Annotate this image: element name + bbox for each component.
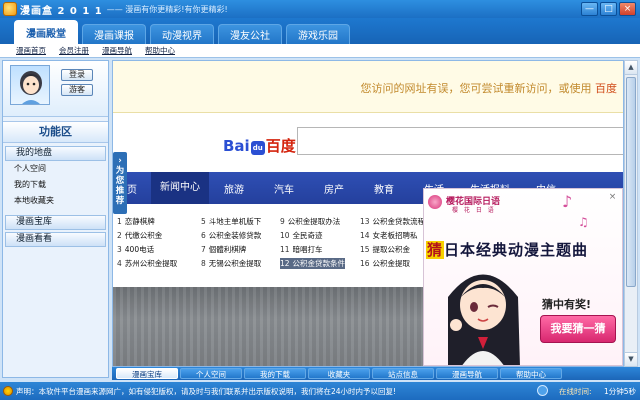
baidu-paw-icon: du	[250, 141, 265, 155]
anime-girl-illustration	[448, 274, 520, 365]
error-banner: 您访问的网址有误，您可尝试重新访问，或使用 百度	[113, 61, 623, 113]
subnav-guide-link[interactable]: 漫画导航	[102, 45, 132, 56]
hot-links: 1 恋静棋牌 2 代缴公积金 3 400电话 4 苏州公积金提取 5 斗地主单机版下 6公…	[117, 216, 427, 272]
tab-comic-hall[interactable]: 漫画殿堂	[14, 20, 78, 44]
close-button[interactable]: ×	[619, 2, 636, 16]
hot-link[interactable]: 15 提取公积金	[360, 244, 410, 255]
hot-link[interactable]: 6 公积金装修贷款	[201, 230, 261, 241]
bottom-tab-site-info[interactable]: 站点信息	[372, 368, 434, 379]
news-nav-news[interactable]: 新闻中心	[151, 172, 209, 204]
sidebar-item-comic-watch[interactable]: 漫画看看	[5, 232, 106, 247]
online-timer-value: 1分钟5秒	[603, 387, 636, 396]
vertical-scrollbar[interactable]: ▲ ▼	[624, 60, 638, 367]
popup-close-icon[interactable]: ×	[607, 192, 618, 203]
hot-link[interactable]: 4 苏州公积金提取	[117, 258, 177, 269]
hot-link[interactable]: 16 公积金提取	[360, 258, 410, 269]
recommend-toggle-button[interactable]: › 为您推荐	[113, 152, 127, 214]
tab-community[interactable]: 漫友公社	[218, 24, 282, 44]
news-nav-auto[interactable]: 汽车	[259, 181, 309, 196]
app-slogan: —— 漫画有你更精彩!有你更精彩!	[106, 4, 228, 14]
baidu-logo-right: 百度	[265, 137, 296, 155]
window-controls: — □ ×	[581, 2, 636, 16]
hot-link[interactable]: 7 個體利棋牌	[201, 244, 246, 255]
hot-link[interactable]: 11 暗唱打车	[280, 244, 323, 255]
bottom-tab-comic-library[interactable]: 漫画宝库	[116, 368, 178, 379]
baidu-search-input[interactable]	[297, 127, 623, 155]
sidebar-item-local-favorites[interactable]: 本地收藏夹	[3, 193, 108, 209]
title-bar: 漫画盒 2 0 1 1 —— 漫画有你更精彩!有你更精彩! — □ ×	[0, 0, 640, 18]
notice-icon	[3, 386, 13, 396]
baidu-logo: Bai du 百度	[223, 135, 296, 156]
my-area-header[interactable]: 我的地盘	[5, 146, 106, 161]
subnav-register-link[interactable]: 会员注册	[59, 45, 89, 56]
baidu-logo-left: Bai	[223, 137, 250, 155]
status-notice: 声明：本软件平台漫画来源网广，如有侵犯版权，请及时与我们联系并出示版权说明，我们…	[16, 386, 397, 396]
hot-link[interactable]: 8 无锡公积金提取	[201, 258, 261, 269]
sidebar-item-comic-library[interactable]: 漫画宝库	[5, 215, 106, 230]
sidebar-item-my-downloads[interactable]: 我的下载	[3, 177, 108, 193]
news-nav-edu[interactable]: 教育	[359, 181, 409, 196]
news-nav-travel[interactable]: 旅游	[209, 181, 259, 196]
bottom-tabbar: 漫画宝库 个人空间 我的下载 收藏夹 站点信息 漫画导航 帮助中心	[112, 367, 640, 380]
bottom-tab-help[interactable]: 帮助中心	[500, 368, 562, 379]
restore-button[interactable]: □	[600, 2, 617, 16]
guess-button[interactable]: 我要猜一猜	[540, 315, 616, 343]
tab-anime-vision[interactable]: 动漫视界	[150, 24, 214, 44]
subnav-home-link[interactable]: 漫画首页	[16, 45, 46, 56]
avatar	[10, 65, 50, 105]
hot-link[interactable]: 2 代缴公积金	[117, 230, 162, 241]
bottom-tab-personal-space[interactable]: 个人空间	[180, 368, 242, 379]
login-button[interactable]: 登录	[61, 69, 93, 81]
news-nav-house[interactable]: 房产	[309, 181, 359, 196]
scroll-up-icon[interactable]: ▲	[625, 61, 637, 75]
error-baidu-link[interactable]: 百度	[595, 82, 617, 95]
subnav-help-link[interactable]: 帮助中心	[145, 45, 175, 56]
popup-reward: 猜中有奖!	[542, 298, 592, 311]
error-text: 您访问的网址有误，您可尝试重新访问，或使用	[360, 82, 595, 95]
login-panel: 登录 游客	[3, 61, 108, 117]
bottom-tab-comic-guide[interactable]: 漫画导航	[436, 368, 498, 379]
hot-link-selected[interactable]: 12 公积金贷款条件	[280, 258, 346, 269]
hot-link[interactable]: 5 斗地主单机版下	[201, 216, 261, 227]
online-timer-label: 在线时间:	[559, 387, 592, 396]
chevron-right-icon: ›	[118, 156, 122, 166]
error-message: 您访问的网址有误，您可尝试重新访问，或使用 百度	[361, 80, 618, 96]
popup-subbrand: 樱 花 日 语	[452, 207, 496, 214]
minimize-button[interactable]: —	[581, 2, 598, 16]
music-note-icon: ♫	[578, 215, 589, 229]
music-note-icon: ♪	[562, 192, 573, 211]
hot-link[interactable]: 1 恋静棋牌	[117, 216, 155, 227]
sakura-logo-icon	[428, 195, 442, 209]
hot-link[interactable]: 9 公积金提取办法	[280, 216, 340, 227]
guest-button[interactable]: 游客	[61, 84, 93, 96]
tab-game-park[interactable]: 游戏乐园	[286, 24, 350, 44]
hot-link[interactable]: 14 女老板招聘私	[360, 230, 418, 241]
sidebar: 登录 游客 功能区 我的地盘 个人空间 我的下载 本地收藏夹 漫画宝库 漫画看看	[2, 60, 109, 378]
app-logo-icon	[3, 2, 17, 16]
ad-popup[interactable]: 樱花国际日语 樱 花 日 语 × ♪ ♫ 猜日本经典动漫主题曲 猜中有奖! 我要…	[423, 188, 623, 366]
status-bar: 声明：本软件平台漫画来源网广，如有侵犯版权，请及时与我们联系并出示版权说明，我们…	[0, 382, 640, 400]
hot-link[interactable]: 10 全民奇迹	[280, 230, 323, 241]
hot-link[interactable]: 3 400电话	[117, 244, 154, 255]
scroll-thumb[interactable]	[626, 77, 636, 287]
main-tabbar: 漫画殿堂 漫画课报 动漫视界 漫友公社 游戏乐园	[0, 18, 640, 44]
app-title: 漫画盒 2 0 1 1	[20, 5, 103, 17]
function-area-title: 功能区	[3, 121, 108, 143]
tab-comic-lessons[interactable]: 漫画课报	[82, 24, 146, 44]
hot-link[interactable]: 13 公积金贷款流程	[360, 216, 425, 227]
sidebar-item-personal-space[interactable]: 个人空间	[3, 161, 108, 177]
clock-icon	[537, 385, 548, 396]
sub-navigation: 漫画首页 会员注册 漫画导航 帮助中心	[0, 44, 640, 58]
bottom-tab-favorites[interactable]: 收藏夹	[308, 368, 370, 379]
online-timer: 在线时间: 1分钟5秒	[559, 386, 636, 397]
recommend-label: 为您推荐	[115, 166, 125, 206]
bottom-tab-my-downloads[interactable]: 我的下载	[244, 368, 306, 379]
scroll-down-icon[interactable]: ▼	[625, 352, 637, 366]
